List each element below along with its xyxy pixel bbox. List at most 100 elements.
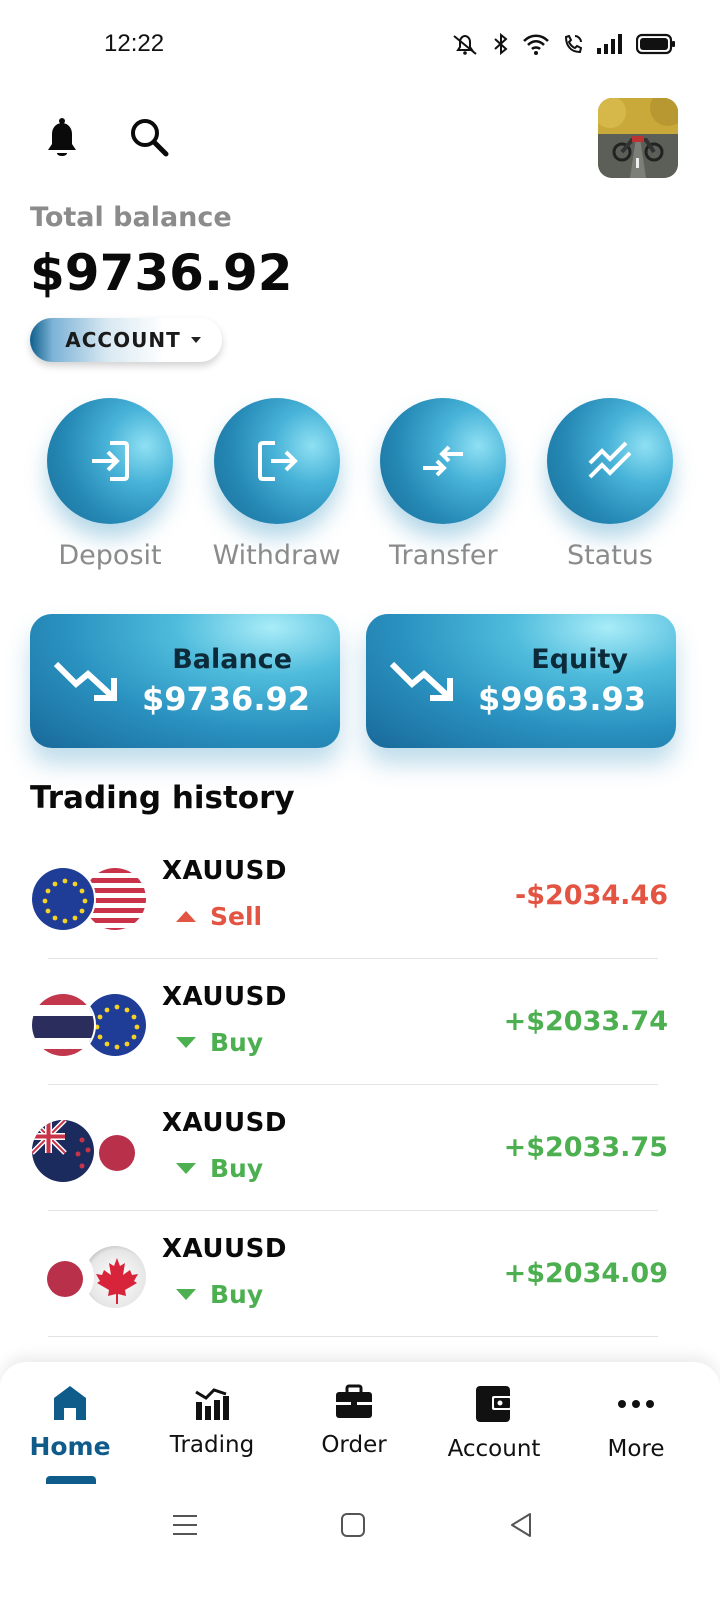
signal-icon [597, 34, 622, 54]
withdraw-circle[interactable] [213, 398, 340, 524]
history-row[interactable]: XAUUSD Buy +$2033.75 [0, 1094, 720, 1220]
caret-down-icon [190, 337, 201, 343]
back-triangle-icon[interactable] [508, 1512, 534, 1538]
wifi-icon [523, 34, 549, 55]
trade-side: Buy [176, 1154, 263, 1183]
eu-flag-icon [30, 866, 96, 932]
balance-card-label: Balance [172, 644, 292, 675]
nav-more[interactable]: More [566, 1382, 706, 1462]
deposit-button[interactable]: Deposit [30, 398, 190, 571]
trade-side-label: Sell [210, 902, 263, 931]
notification-bell-icon[interactable] [42, 116, 82, 160]
status-icons [450, 30, 676, 58]
nav-more-label: More [607, 1436, 665, 1462]
trade-symbol: XAUUSD [162, 856, 287, 886]
trend-lines-icon [588, 441, 632, 479]
bottom-navigation: Home Trading Order Account More [0, 1362, 720, 1502]
equity-card[interactable]: Equity $9963.93 [366, 614, 676, 748]
active-tab-indicator [46, 1476, 96, 1484]
status-circle[interactable] [546, 398, 673, 524]
triangle-down-icon [176, 1163, 196, 1174]
bluetooth-icon [494, 32, 508, 56]
withdraw-label: Withdraw [212, 540, 341, 571]
nav-account[interactable]: Account [424, 1382, 564, 1462]
login-arrow-icon [92, 441, 129, 481]
status-time: 12:22 [104, 30, 165, 57]
nav-trading[interactable]: Trading [142, 1382, 282, 1458]
search-icon[interactable] [128, 116, 172, 160]
nz-flag-icon [30, 1118, 96, 1184]
total-balance-value: $9736.92 [30, 244, 293, 302]
logout-arrow-icon [257, 441, 298, 481]
total-balance-label: Total balance [30, 202, 232, 233]
currency-pair-flags [30, 864, 148, 934]
history-row[interactable]: XAUUSD Buy +$2033.74 [0, 968, 720, 1094]
chart-icon [195, 1388, 229, 1420]
currency-pair-flags [30, 1116, 146, 1186]
triangle-down-icon [176, 1289, 196, 1300]
trade-side: Buy [176, 1280, 263, 1309]
nav-order[interactable]: Order [284, 1382, 424, 1458]
th-flag-icon [30, 992, 96, 1058]
account-selector[interactable]: ACCOUNT [30, 318, 222, 362]
trade-side-label: Buy [210, 1280, 264, 1309]
transfer-arrows-icon [423, 445, 464, 477]
status-bar: 12:22 [0, 0, 720, 88]
balance-card[interactable]: Balance $9736.92 [30, 614, 340, 748]
briefcase-icon [336, 1384, 372, 1418]
equity-card-value: $9963.93 [477, 680, 646, 718]
row-divider [48, 1084, 658, 1085]
status-button[interactable]: Status [530, 398, 690, 571]
transfer-label: Transfer [389, 540, 498, 571]
currency-pair-flags [30, 1242, 148, 1312]
home-icon [54, 1386, 86, 1420]
quick-actions: Deposit Withdraw Transfer Status [30, 398, 690, 571]
history-row[interactable]: XAUUSD Sell -$2034.46 [0, 842, 720, 968]
triangle-down-icon [176, 1037, 196, 1048]
nav-trading-label: Trading [169, 1432, 255, 1458]
jp-flag-icon [30, 1244, 96, 1310]
account-selector-label: ACCOUNT [65, 328, 181, 352]
trade-side-label: Buy [210, 1028, 264, 1057]
status-label: Status [566, 540, 653, 571]
nav-home-label: Home [29, 1432, 111, 1461]
trade-side: Sell [176, 902, 262, 931]
triangle-up-icon [176, 911, 196, 922]
more-dots-icon [618, 1400, 654, 1408]
profile-avatar[interactable] [598, 98, 678, 178]
transfer-button[interactable]: Transfer [363, 398, 523, 571]
row-divider [48, 958, 658, 959]
nav-home[interactable]: Home [0, 1382, 140, 1461]
mute-icon [453, 34, 477, 55]
history-row[interactable]: XAUUSD Buy +$2034.09 [0, 1220, 720, 1346]
trade-amount: +$2034.09 [503, 1258, 668, 1289]
trending-down-icon [53, 661, 117, 701]
recent-apps-icon[interactable] [172, 1512, 198, 1538]
row-divider [48, 1336, 658, 1337]
trade-amount: +$2033.75 [503, 1132, 668, 1163]
deposit-circle[interactable] [47, 398, 173, 524]
currency-pair-flags [30, 990, 148, 1060]
trade-symbol: XAUUSD [162, 1108, 287, 1138]
trade-symbol: XAUUSD [162, 982, 287, 1012]
system-navigation-bar [0, 1502, 720, 1600]
deposit-label: Deposit [58, 540, 162, 571]
trending-down-icon [389, 661, 453, 701]
trade-side-label: Buy [210, 1154, 264, 1183]
trading-history-title: Trading history [30, 780, 295, 816]
equity-card-label: Equity [531, 644, 628, 675]
transfer-circle[interactable] [380, 398, 507, 524]
trade-symbol: XAUUSD [162, 1234, 287, 1264]
wallet-icon [476, 1386, 512, 1422]
home-square-icon[interactable] [340, 1512, 366, 1538]
battery-icon [636, 33, 675, 55]
balance-card-value: $9736.92 [141, 680, 310, 718]
trade-side: Buy [176, 1028, 263, 1057]
nav-order-label: Order [321, 1432, 387, 1458]
withdraw-button[interactable]: Withdraw [197, 398, 357, 571]
trade-amount: +$2033.74 [503, 1006, 668, 1037]
wifi-calling-icon [564, 34, 583, 54]
nav-account-label: Account [447, 1436, 541, 1462]
trade-amount: -$2034.46 [515, 880, 668, 911]
row-divider [48, 1210, 658, 1211]
